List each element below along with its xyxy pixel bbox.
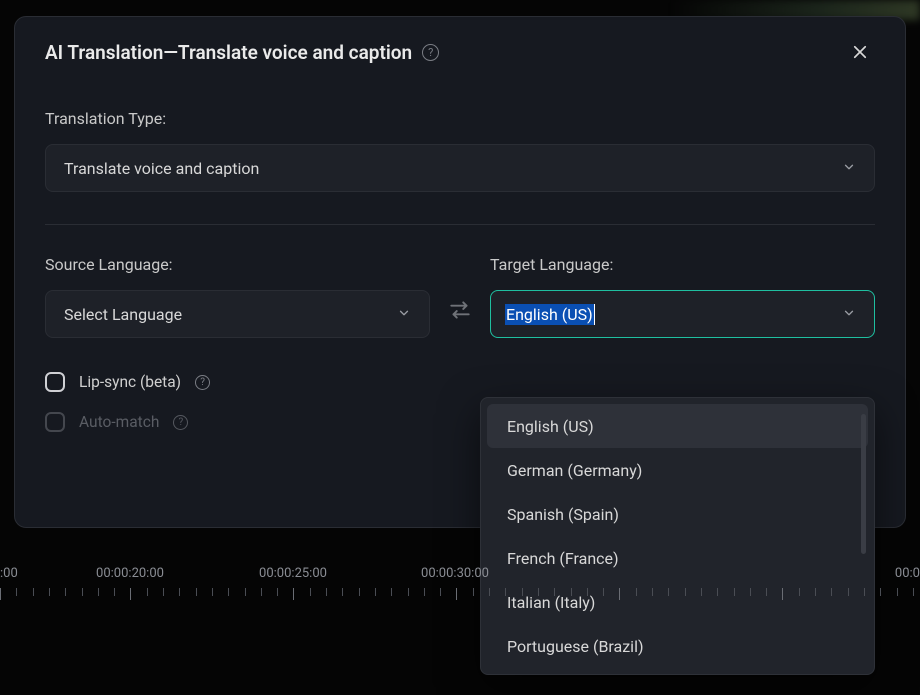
target-language-label: Target Language: (490, 255, 875, 274)
target-language-value: English (US) (506, 305, 593, 324)
dropdown-option[interactable]: German (Germany) (487, 448, 868, 492)
auto-match-row: Auto-match ? (45, 412, 430, 432)
dialog-title-row: AI Translation—Translate voice and capti… (45, 41, 439, 64)
timeline-ticks (0, 588, 920, 602)
timeline-label: 00:00:20:00 (96, 566, 164, 581)
dropdown-option[interactable]: Spanish (Spain) (487, 492, 868, 536)
swap-icon (447, 297, 473, 323)
help-icon: ? (173, 415, 188, 430)
auto-match-label: Auto-match (79, 413, 159, 431)
help-icon[interactable]: ? (422, 44, 439, 61)
dropdown-scrollbar[interactable] (861, 414, 866, 554)
auto-match-checkbox (45, 412, 65, 432)
lip-sync-row: Lip-sync (beta) ? (45, 372, 430, 392)
source-language-column: Source Language: Select Language Lip-syn… (45, 255, 430, 432)
target-language-dropdown: English (US) German (Germany) Spanish (S… (480, 397, 875, 675)
source-language-select[interactable]: Select Language (45, 290, 430, 338)
chevron-down-icon (842, 159, 856, 178)
target-language-select[interactable]: English (US) (490, 290, 875, 338)
target-language-column: Target Language: English (US) (490, 255, 875, 338)
translation-type-label: Translation Type: (45, 109, 875, 128)
target-language-input[interactable]: English (US) (505, 304, 594, 325)
timeline-labels: :00 00:00:20:00 00:00:25:00 00:00:30:00 … (0, 566, 920, 584)
lip-sync-label: Lip-sync (beta) (79, 373, 181, 391)
swap-languages-button[interactable] (447, 297, 473, 323)
divider (45, 224, 875, 225)
close-icon (851, 43, 869, 61)
close-button[interactable] (845, 37, 875, 67)
translation-type-select[interactable]: Translate voice and caption (45, 144, 875, 192)
text-caret (594, 304, 595, 325)
translation-type-value: Translate voice and caption (64, 159, 259, 178)
timeline-label: 00:0 (895, 566, 920, 581)
timeline-label: :00 (0, 566, 18, 581)
dropdown-option[interactable]: English (US) (487, 404, 868, 448)
timeline-label: 00:00:25:00 (259, 566, 327, 581)
dialog-title: AI Translation—Translate voice and capti… (45, 41, 412, 64)
chevron-down-icon (397, 305, 411, 324)
dialog-header: AI Translation—Translate voice and capti… (45, 37, 875, 67)
help-icon[interactable]: ? (195, 375, 210, 390)
chevron-down-icon (842, 305, 856, 324)
ai-translation-dialog: AI Translation—Translate voice and capti… (14, 16, 906, 528)
swap-column (430, 255, 490, 323)
dropdown-option[interactable]: Portuguese (Brazil) (487, 624, 868, 668)
lip-sync-checkbox[interactable] (45, 372, 65, 392)
timeline-label: 00:00:30:00 (421, 566, 489, 581)
source-language-label: Source Language: (45, 255, 430, 274)
source-language-value: Select Language (64, 305, 182, 324)
timeline[interactable]: :00 00:00:20:00 00:00:25:00 00:00:30:00 … (0, 566, 920, 616)
